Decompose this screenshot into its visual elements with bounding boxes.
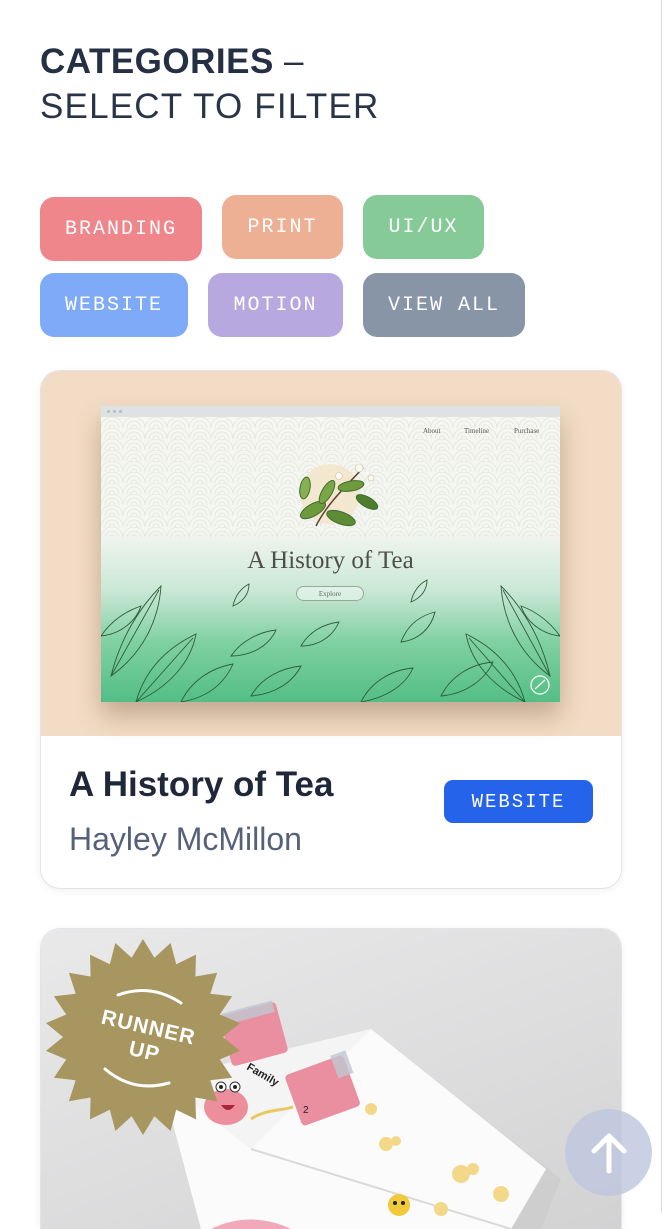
filter-motion[interactable]: MOTION bbox=[208, 273, 343, 337]
thumb-nav-about: About bbox=[423, 427, 441, 435]
project-thumbnail[interactable]: About Timeline Purchase A History of Tea… bbox=[41, 371, 621, 736]
filter-print[interactable]: PRINT bbox=[222, 195, 343, 259]
project-card[interactable]: About Timeline Purchase A History of Tea… bbox=[40, 370, 622, 889]
scroll-to-top-button[interactable] bbox=[565, 1109, 652, 1196]
page-title: CATEGORIES – SELECT TO FILTER bbox=[40, 40, 379, 130]
filter-website[interactable]: WEBSITE bbox=[40, 273, 188, 337]
project-title[interactable]: A History of Tea bbox=[69, 765, 333, 805]
thumb-nav-purchase: Purchase bbox=[514, 427, 540, 435]
book-number: 2 bbox=[303, 1105, 309, 1116]
project-card[interactable]: Family 2 RUNNER UP bbox=[40, 928, 622, 1229]
runner-up-badge: RUNNER UP bbox=[46, 939, 240, 1135]
browser-bar bbox=[101, 406, 560, 417]
project-thumbnail[interactable]: Family 2 RUNNER UP bbox=[41, 929, 621, 1229]
category-tag-website[interactable]: WEBSITE bbox=[444, 780, 593, 823]
thumb-heading: A History of Tea bbox=[247, 547, 414, 574]
filter-ui-ux[interactable]: UI/UX bbox=[363, 195, 484, 259]
project-author: Hayley McMillon bbox=[69, 821, 302, 857]
website-screenshot: About Timeline Purchase A History of Tea… bbox=[101, 406, 560, 702]
page-subtitle: SELECT TO FILTER bbox=[40, 87, 380, 126]
title-dash: – bbox=[273, 42, 305, 81]
thumb-nav-timeline: Timeline bbox=[464, 427, 490, 435]
filter-view-all[interactable]: VIEW ALL bbox=[363, 273, 525, 337]
title-bold: CATEGORIES bbox=[40, 42, 274, 81]
arrow-up-icon bbox=[591, 1133, 626, 1173]
thumb-explore-button: Explore bbox=[296, 586, 364, 601]
filter-branding[interactable]: BRANDING bbox=[40, 197, 202, 261]
